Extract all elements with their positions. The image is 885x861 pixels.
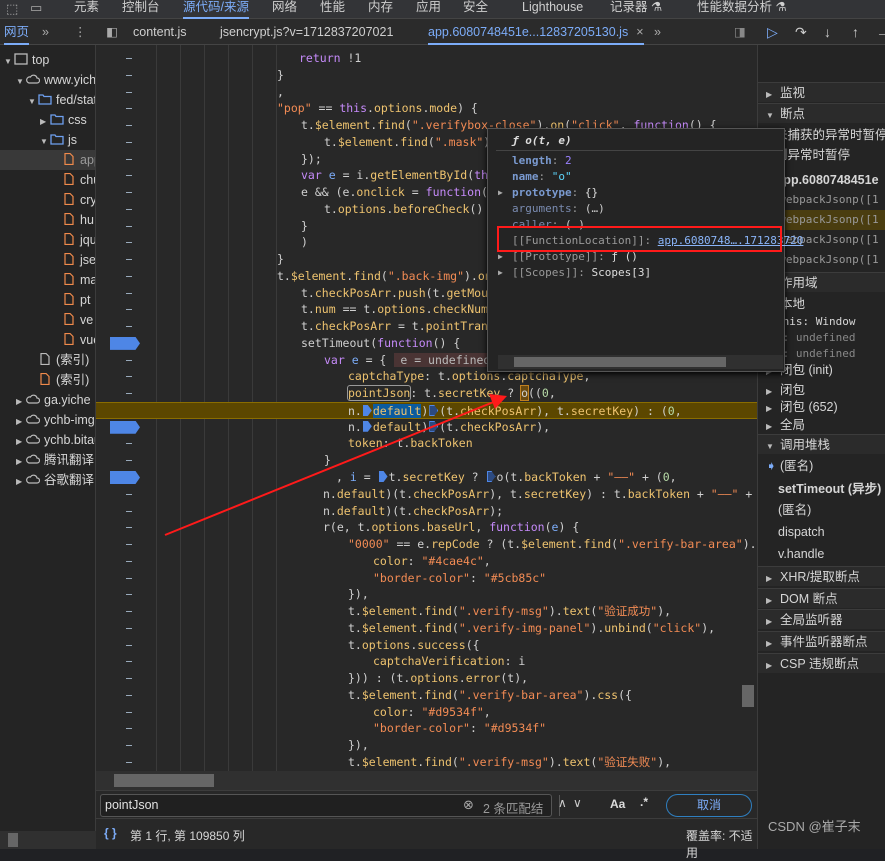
annotation-arrow [0,0,885,849]
